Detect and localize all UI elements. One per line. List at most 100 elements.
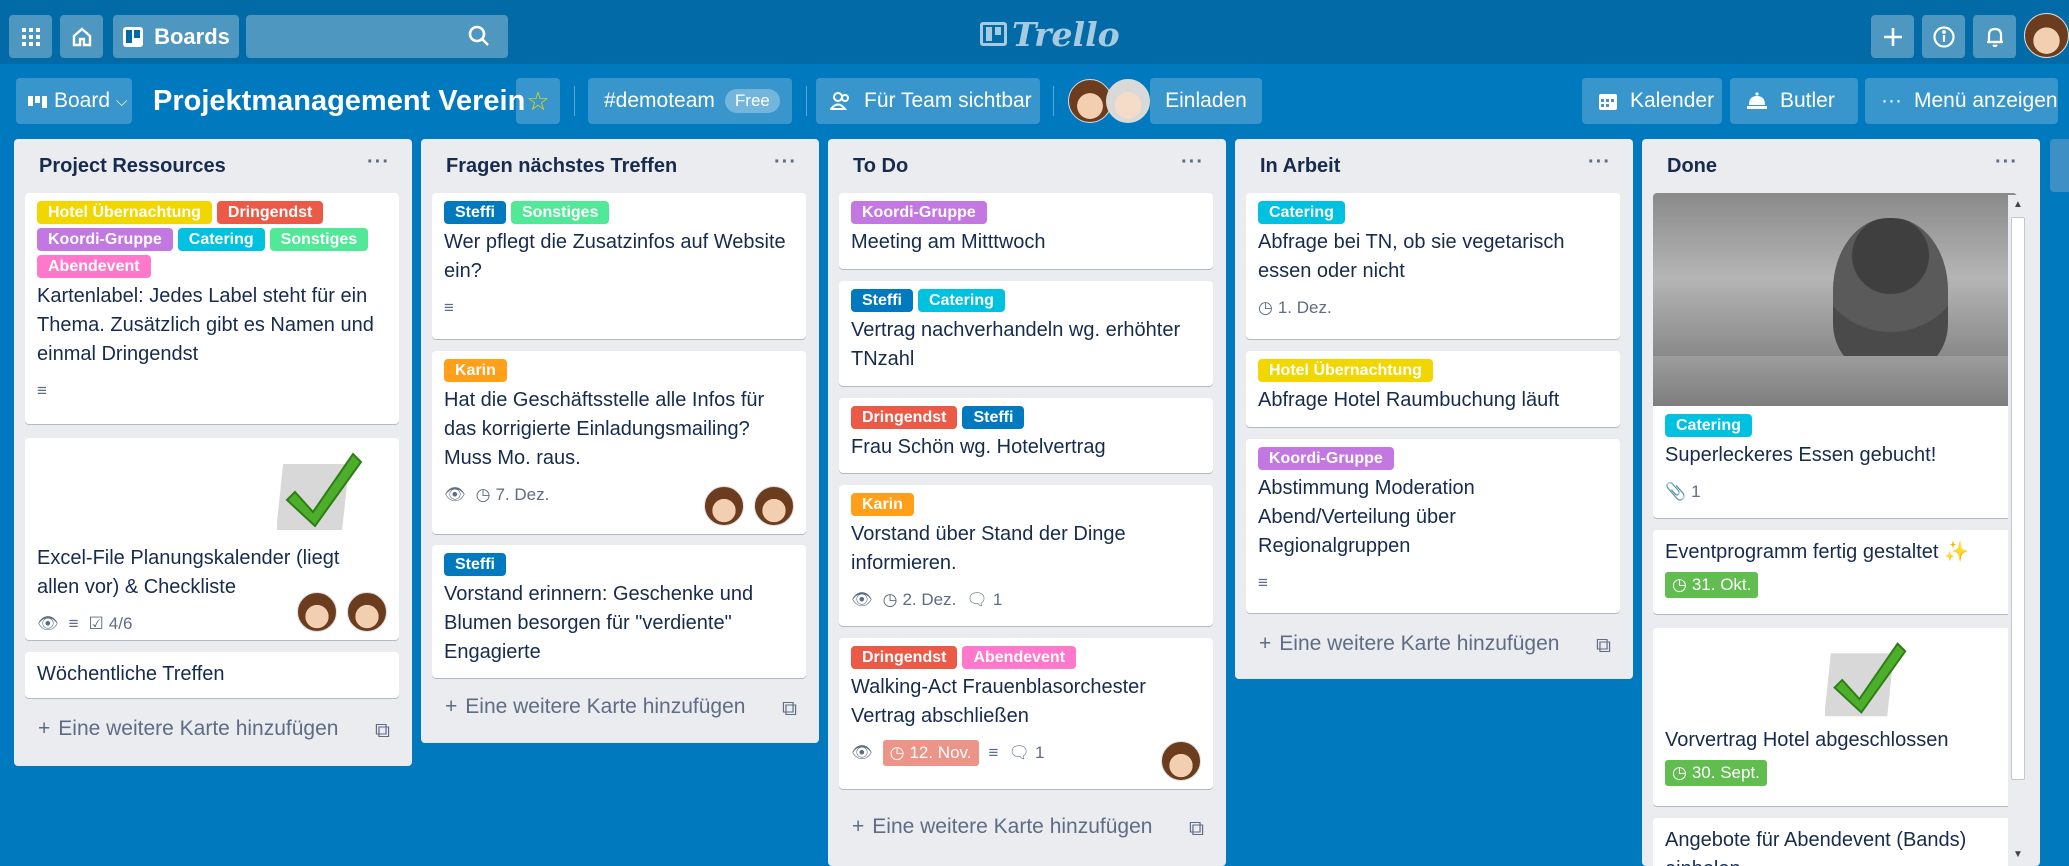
user-avatar[interactable] [2024,13,2069,58]
template-icon[interactable]: ⧉ [782,697,797,721]
due-date-badge[interactable]: ◷ 31. Okt. [1665,572,1759,598]
comment-count: 1 [992,590,1003,609]
show-menu-button[interactable]: ··· Menü anzeigen [1865,78,2058,124]
info-icon [1932,25,1955,48]
info-button[interactable] [1922,15,1965,58]
notifications-button[interactable] [1973,15,2016,58]
card[interactable]: Hotel Übernachtung Dringendst Koordi-Gru… [25,193,399,424]
due-date: 30. Sept. [1691,763,1760,782]
visibility-button[interactable]: Für Team sichtbar [816,78,1040,124]
search-input[interactable] [246,15,508,58]
card-title: Vertrag nachverhandeln wg. erhöhter TNza… [851,319,1181,370]
card[interactable]: Eventprogramm fertig gestaltet ✨ ◷ 31. Ok… [1653,530,2017,614]
card[interactable]: Steffi Catering Vertrag nachverhandeln w… [839,281,1213,386]
home-button[interactable] [60,15,103,58]
scroll-up-icon[interactable]: ▲ [2013,199,2023,210]
card[interactable]: Koordi-Gruppe Meeting am Mitttwoch [839,193,1213,269]
card-labels: Koordi-Gruppe [1258,447,1608,470]
list-menu-icon[interactable]: ··· [367,151,390,174]
list-header[interactable]: Fragen nächstes Treffen ··· [421,139,819,193]
add-card-button[interactable]: + Eine weitere Karte hinzufügen ⧉ [38,717,398,743]
comments-badge: 🗨 1 [966,590,1002,610]
card-title: Wöchentliche Treffen [37,663,225,685]
scroll-thumb[interactable] [2011,217,2025,780]
add-card-button[interactable]: + Eine weitere Karte hinzufügen ⧉ [445,695,805,721]
list-menu-icon[interactable]: ··· [1181,151,1204,174]
card-cover-image [1653,193,2017,406]
card[interactable]: Dringendst Abendevent Walking-Act Frauen… [839,638,1213,789]
list-title[interactable]: In Arbeit [1260,155,1340,178]
list-header[interactable]: In Arbeit ··· [1235,139,1633,193]
card-labels: Dringendst Steffi [851,406,1201,429]
list-header[interactable]: Done ··· [1642,139,2040,193]
member-avatar[interactable] [297,592,337,632]
list-scrollbar[interactable]: ▲ ▼ [2008,195,2028,866]
boards-button[interactable]: Boards [113,15,239,58]
add-card-button[interactable]: + Eine weitere Karte hinzufügen ⧉ [1259,632,1619,658]
due-date-badge: ◷ 7. Dez. [476,485,550,505]
card[interactable]: Catering Superleckeres Essen gebucht! 📎 1 [1653,193,2017,518]
member-avatar[interactable] [1106,79,1150,123]
add-card-button[interactable]: + Eine weitere Karte hinzufügen ⧉ [852,815,1212,841]
card[interactable]: Steffi Vorstand erinnern: Geschenke und … [432,545,806,678]
apps-button[interactable] [9,15,52,58]
invite-button[interactable]: Einladen [1150,78,1262,124]
card[interactable]: Catering Abfrage bei TN, ob sie vegetari… [1246,193,1620,339]
member-avatar[interactable] [347,592,387,632]
list-menu-icon[interactable]: ··· [774,151,797,174]
template-icon[interactable]: ⧉ [1189,817,1204,841]
add-card-label: Eine weitere Karte hinzufügen [58,717,339,740]
search-icon [468,25,489,46]
watch-icon: 👁 [37,614,59,633]
list-title[interactable]: To Do [853,155,908,178]
board-title[interactable]: Projektmanagement Verein [153,80,525,122]
member-avatar[interactable] [704,486,744,526]
card-title: Vorstand über Stand der Dinge informiere… [851,523,1126,574]
card[interactable]: Excel-File Planungskalender (liegt allen… [25,438,399,640]
template-icon[interactable]: ⧉ [375,719,390,743]
board-menu-button[interactable]: Board ⌵ [16,78,132,124]
card-members [297,592,387,632]
divider [1053,86,1054,116]
board-members[interactable] [1068,79,1150,123]
card[interactable]: Karin Hat die Geschäftsstelle alle Infos… [432,351,806,534]
description-icon: ≡ [1258,573,1268,592]
list-header[interactable]: Project Ressources ··· [14,139,412,193]
label-abendevent: Abendevent [37,255,151,278]
list-title[interactable]: Done [1667,155,1717,178]
label-sonstiges: Sonstiges [269,228,369,251]
calendar-button[interactable]: Kalender [1582,78,1722,124]
due-date: 1. Dez. [1277,298,1332,317]
description-icon: ≡ [988,743,999,762]
create-button[interactable] [1871,15,1914,58]
member-avatar[interactable] [1161,741,1201,781]
list-title[interactable]: Project Ressources [39,155,226,178]
divider [574,86,575,116]
card[interactable]: Hotel Übernachtung Abfrage Hotel Raumbuc… [1246,351,1620,427]
list-menu-icon[interactable]: ··· [1588,151,1611,174]
card[interactable]: Steffi Sonstiges Wer pflegt die Zusatzin… [432,193,806,339]
card[interactable]: Karin Vorstand über Stand der Dinge info… [839,485,1213,626]
list-menu-icon[interactable]: ··· [1995,151,2018,174]
label-dringendst: Dringendst [851,646,958,669]
add-list-peek[interactable] [2050,139,2069,192]
card[interactable]: Vorvertrag Hotel abgeschlossen ◷ 30. Sept… [1653,628,2017,806]
card-title: Vorvertrag Hotel abgeschlossen [1665,729,1949,751]
due-date-badge[interactable]: ◷ 30. Sept. [1665,760,1767,786]
butler-button[interactable]: Butler [1730,78,1858,124]
member-avatar[interactable] [754,486,794,526]
card[interactable]: Wöchentliche Treffen [25,652,399,698]
card-labels: Catering [1665,414,2005,437]
card[interactable]: Dringendst Steffi Frau Schön wg. Hotelve… [839,398,1213,473]
list-done: Done ··· Catering Superleckeres Essen ge… [1642,139,2040,866]
due-date-badge[interactable]: ◷ 12. Nov. [882,740,979,766]
card[interactable]: Koordi-Gruppe Abstimmung Moderation Aben… [1246,439,1620,613]
team-button[interactable]: #demoteam Free [588,78,792,124]
template-icon[interactable]: ⧉ [1596,634,1611,658]
list-header[interactable]: To Do ··· [828,139,1226,193]
star-button[interactable]: ☆ [516,78,560,124]
list-title[interactable]: Fragen nächstes Treffen [446,155,677,178]
card[interactable]: Angebote für Abendevent (Bands) einholen [1653,818,2017,866]
trello-logo[interactable]: Trello [980,14,1120,54]
scroll-down-icon[interactable]: ▼ [2013,849,2023,860]
